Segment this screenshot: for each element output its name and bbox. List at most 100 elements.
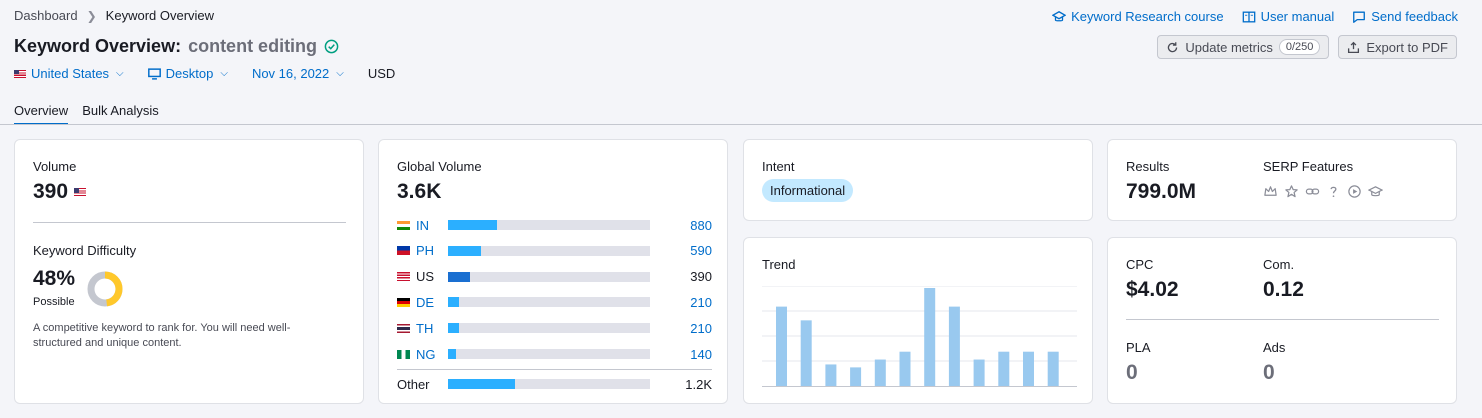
user-manual-link[interactable]: User manual xyxy=(1242,9,1335,24)
kd-value: 48% xyxy=(33,267,76,290)
export-icon xyxy=(1348,41,1360,53)
country-volume: 210 xyxy=(690,320,712,336)
global-volume-other-row: Other 1.2K xyxy=(397,376,712,392)
cpc-card: CPC $4.02 Com. 0.12 PLA 0 Ads 0 xyxy=(1107,237,1457,404)
country-bar-fill xyxy=(448,349,457,359)
trend-bar[interactable] xyxy=(825,364,837,386)
tabs: Overview Bulk Analysis xyxy=(14,103,159,125)
page-title-prefix: Keyword Overview: xyxy=(14,36,182,56)
question-icon[interactable] xyxy=(1326,184,1341,199)
other-bar-fill xyxy=(448,379,515,389)
volume-value: 390 xyxy=(33,180,69,203)
country-bar xyxy=(448,349,650,359)
trend-bar[interactable] xyxy=(776,306,787,386)
header-actions: Update metrics 0/250 Export to PDF xyxy=(1157,35,1457,59)
volume-card: Volume 390 Keyword Difficulty 48% Possib… xyxy=(14,139,364,404)
global-volume-divider xyxy=(397,369,712,370)
ads-label: Ads xyxy=(1263,340,1286,355)
trend-bar[interactable] xyxy=(973,359,985,386)
us-flag-icon xyxy=(14,69,26,78)
volume-label: Volume xyxy=(33,159,77,174)
country-volume: 590 xyxy=(690,243,712,259)
graduation-cap-icon[interactable] xyxy=(1368,184,1383,199)
tab-overview[interactable]: Overview xyxy=(14,103,69,125)
breadcrumb-dashboard[interactable]: Dashboard xyxy=(14,8,78,23)
flag-in-icon xyxy=(397,220,410,230)
date-select[interactable]: Nov 16, 2022 ⌵ xyxy=(252,66,344,81)
keyword-research-course-link[interactable]: Keyword Research course xyxy=(1052,9,1224,24)
export-pdf-button[interactable]: Export to PDF xyxy=(1338,35,1457,59)
serp-features-icons xyxy=(1263,184,1383,199)
ads-value: 0 xyxy=(1263,361,1275,384)
chevron-right-icon: ❯ xyxy=(86,8,97,23)
trend-bar[interactable] xyxy=(1023,351,1034,386)
cpc-label: CPC xyxy=(1126,257,1154,272)
intent-card: Intent Informational xyxy=(743,139,1093,221)
country-select[interactable]: United States ⌵ xyxy=(14,66,124,81)
intent-label: Intent xyxy=(762,159,795,174)
country-row-ph[interactable]: PH 590 xyxy=(397,243,712,259)
page-title: Keyword Overview: content editing xyxy=(14,36,339,57)
global-volume-label: Global Volume xyxy=(397,159,482,174)
flag-ph-icon xyxy=(397,246,410,256)
country-row-de[interactable]: DE 210 xyxy=(397,294,712,310)
video-icon[interactable] xyxy=(1347,184,1362,199)
book-icon xyxy=(1242,11,1255,22)
country-bar-fill xyxy=(448,245,482,256)
country-bar-fill xyxy=(448,323,460,334)
volume-divider xyxy=(33,222,346,223)
star-icon[interactable] xyxy=(1284,184,1299,199)
user-manual-label: User manual xyxy=(1260,9,1335,24)
country-row-th[interactable]: TH 210 xyxy=(397,320,712,336)
crown-icon[interactable] xyxy=(1263,184,1278,199)
trend-bar[interactable] xyxy=(899,351,911,386)
us-flag-icon xyxy=(74,188,87,196)
trend-bar[interactable] xyxy=(1047,351,1059,386)
volume-value-row: 390 xyxy=(33,180,87,204)
check-circle-icon xyxy=(324,39,339,54)
competition-value: 0.12 xyxy=(1263,278,1304,301)
flag-de-icon xyxy=(397,297,410,307)
device-select[interactable]: Desktop ⌵ xyxy=(147,66,228,81)
trend-bar[interactable] xyxy=(948,306,960,386)
country-code: IN xyxy=(416,217,429,233)
other-label: Other xyxy=(397,376,430,392)
update-counter-badge: 0/250 xyxy=(1278,39,1321,55)
country-bar xyxy=(448,245,650,256)
global-volume-value: 3.6K xyxy=(397,180,442,203)
country-bar xyxy=(448,220,650,230)
country-volume: 880 xyxy=(690,217,712,233)
keyword-research-course-label: Keyword Research course xyxy=(1071,9,1224,24)
other-value: 1.2K xyxy=(685,376,712,392)
date-value: Nov 16, 2022 xyxy=(251,66,330,81)
pla-value: 0 xyxy=(1126,361,1138,384)
trend-bar[interactable] xyxy=(850,367,862,386)
country-code: US xyxy=(416,269,435,285)
trend-bar[interactable] xyxy=(998,351,1010,386)
country-code: NG xyxy=(416,346,436,362)
trend-bar[interactable] xyxy=(800,320,812,386)
cpc-divider xyxy=(1126,319,1439,320)
update-metrics-button[interactable]: Update metrics 0/250 xyxy=(1157,35,1330,59)
chevron-down-icon: ⌵ xyxy=(116,68,124,79)
country-row-in[interactable]: IN 880 xyxy=(397,217,712,233)
intent-badge[interactable]: Informational xyxy=(762,179,854,202)
message-icon xyxy=(1353,11,1366,23)
send-feedback-label: Send feedback xyxy=(1371,9,1458,24)
refresh-icon xyxy=(1168,41,1178,52)
pla-label: PLA xyxy=(1126,340,1151,355)
other-bar xyxy=(448,379,650,389)
country-bar xyxy=(448,323,650,334)
country-bar-fill xyxy=(448,271,471,282)
top-links: Keyword Research course User manual Send… xyxy=(1052,9,1458,24)
link-icon[interactable] xyxy=(1305,184,1320,199)
country-row-ng[interactable]: NG 140 xyxy=(397,346,712,362)
country-code: TH xyxy=(416,320,434,336)
tab-bulk-analysis[interactable]: Bulk Analysis xyxy=(82,103,159,125)
country-volume: 140 xyxy=(690,346,712,362)
send-feedback-link[interactable]: Send feedback xyxy=(1352,9,1458,24)
chevron-down-icon: ⌵ xyxy=(220,68,228,79)
trend-bar[interactable] xyxy=(924,288,936,386)
trend-bar[interactable] xyxy=(874,359,886,386)
breadcrumb-current: Keyword Overview xyxy=(105,8,215,23)
